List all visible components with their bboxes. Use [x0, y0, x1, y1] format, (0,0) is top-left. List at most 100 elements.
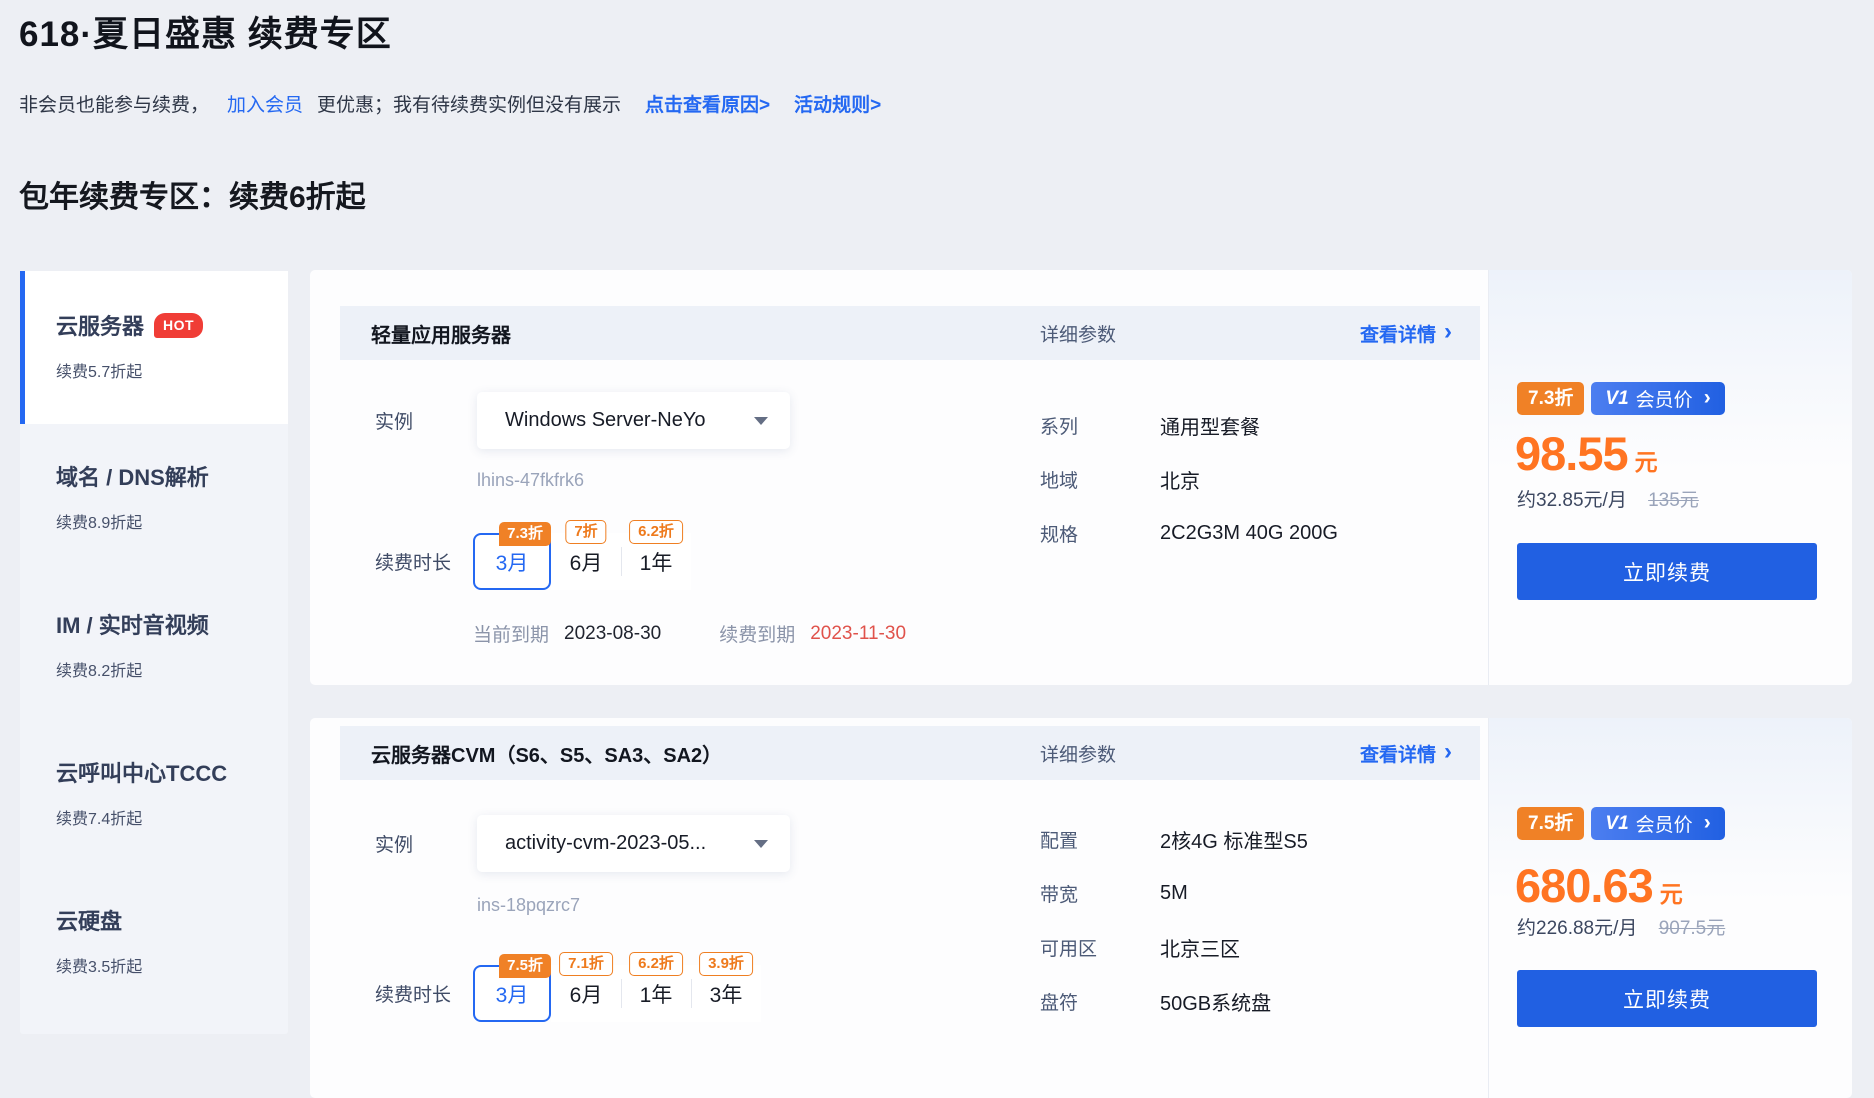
instance-select[interactable]: Windows Server-NeYo: [477, 392, 790, 449]
sidebar-item-discount: 续费5.7折起: [56, 358, 288, 382]
view-detail-label: 查看详情: [1360, 320, 1436, 347]
duration-option-label: 6月: [570, 979, 603, 1009]
param-value: 北京: [1160, 465, 1200, 494]
discount-badge: 6.2折: [629, 520, 683, 544]
discount-badge: 6.2折: [629, 952, 683, 976]
chevron-down-icon: [754, 417, 768, 425]
param-label: 规格: [1040, 520, 1160, 547]
price: 680.63 元: [1515, 858, 1683, 913]
param-value: 50GB系统盘: [1160, 987, 1271, 1016]
instance-label: 实例: [375, 815, 413, 872]
duration-option-label: 3月: [496, 979, 529, 1009]
price-unit: 元: [1660, 875, 1683, 909]
duration-option-label: 1年: [640, 547, 673, 577]
renew-due-label: 续费到期: [719, 620, 795, 647]
card-title: 云服务器CVM（S6、S5、SA3、SA2）: [371, 739, 722, 768]
chevron-right-icon: [1704, 387, 1711, 408]
sidebar-item-label: 云服务器: [56, 309, 144, 341]
monthly-price: 约32.85元/月: [1517, 490, 1627, 511]
param-value: 北京三区: [1160, 933, 1240, 962]
price-amount: 98.55: [1515, 426, 1628, 481]
hot-badge: HOT: [154, 313, 203, 338]
duration-option-6m[interactable]: 7.1折 6月: [551, 965, 621, 1022]
detail-params-label: 详细参数: [1040, 320, 1116, 347]
renew-now-button[interactable]: 立即续费: [1517, 543, 1817, 600]
param-value: 2C2G3M 40G 200G: [1160, 522, 1338, 545]
original-price: 135元: [1648, 490, 1699, 511]
param-label: 地域: [1040, 466, 1160, 493]
sidebar-item-title: 域名 / DNS解析: [56, 460, 288, 492]
price-monthly: 约226.88元/月 907.5元: [1517, 913, 1725, 940]
detail-params-label: 详细参数: [1040, 740, 1116, 767]
instance-label: 实例: [375, 392, 413, 449]
product-card-cvm: 云服务器CVM（S6、S5、SA3、SA2） 详细参数 查看详情 实例 acti…: [310, 718, 1852, 1098]
duration-option-1y[interactable]: 6.2折 1年: [621, 965, 691, 1022]
sidebar-item-label: 云硬盘: [56, 904, 122, 936]
sidebar-item-discount: 续费3.5折起: [56, 953, 288, 977]
view-detail-link[interactable]: 查看详情: [1360, 320, 1452, 347]
renew-now-button[interactable]: 立即续费: [1517, 970, 1817, 1027]
instance-select-value: activity-cvm-2023-05...: [505, 832, 754, 855]
param-label: 带宽: [1040, 880, 1160, 907]
param-value: 2核4G 标准型S5: [1160, 825, 1308, 854]
instance-id: ins-18pqzrc7: [477, 895, 580, 916]
duration-options: 7.5折 3月 7.1折 6月 6.2折 1年 3.9折 3年: [473, 965, 761, 1022]
card-title: 轻量应用服务器: [371, 319, 511, 348]
sidebar-item-domain-dns[interactable]: 域名 / DNS解析 续费8.9折起: [20, 424, 288, 572]
subtitle-prefix: 非会员也能参与续费，: [19, 95, 209, 116]
discount-badge: 3.9折: [699, 952, 753, 976]
discount-badge: 7.3折: [499, 522, 551, 546]
card-header: 轻量应用服务器 详细参数 查看详情: [340, 306, 1480, 360]
card-header: 云服务器CVM（S6、S5、SA3、SA2） 详细参数 查看详情: [340, 726, 1480, 780]
sidebar-item-cloud-server[interactable]: 云服务器 HOT 续费5.7折起: [20, 271, 288, 424]
duration-option-label: 3年: [710, 979, 743, 1009]
sidebar-item-discount: 续费7.4折起: [56, 805, 288, 829]
param-label: 可用区: [1040, 934, 1160, 961]
price-panel: 7.5折 V1 会员价 680.63 元 约226.88元/月 907.5元 立…: [1489, 718, 1852, 1098]
vip-price-link[interactable]: V1 会员价: [1591, 807, 1724, 840]
sidebar-item-discount: 续费8.9折起: [56, 509, 288, 533]
param-row: 系列 通用型套餐: [1040, 398, 1338, 452]
chevron-right-icon: [1444, 740, 1452, 764]
vip-price-link[interactable]: V1 会员价: [1591, 382, 1724, 415]
sidebar-item-label: 域名 / DNS解析: [56, 460, 209, 492]
chevron-right-icon: [1444, 320, 1452, 344]
monthly-price: 约226.88元/月: [1517, 918, 1637, 939]
price-badges: 7.3折 V1 会员价: [1517, 382, 1725, 415]
duration-option-label: 1年: [640, 979, 673, 1009]
section-title: 包年续费专区：续费6折起: [19, 172, 366, 216]
activity-rules-link[interactable]: 活动规则>: [794, 95, 881, 116]
duration-option-3m[interactable]: 7.5折 3月: [473, 965, 551, 1022]
sidebar-item-im-trtc[interactable]: IM / 实时音视频 续费8.2折起: [20, 572, 288, 720]
subtitle-middle: 更优惠；我有待续费实例但没有展示: [317, 95, 621, 116]
sidebar-item-title: IM / 实时音视频: [56, 608, 288, 640]
discount-badge: 7.3折: [1517, 382, 1584, 415]
param-row: 配置 2核4G 标准型S5: [1040, 812, 1308, 866]
view-reason-link[interactable]: 点击查看原因>: [645, 95, 770, 116]
instance-select[interactable]: activity-cvm-2023-05...: [477, 815, 790, 872]
spec-params: 系列 通用型套餐 地域 北京 规格 2C2G3M 40G 200G: [1040, 398, 1338, 560]
duration-option-label: 3月: [496, 547, 529, 577]
duration-option-6m[interactable]: 7折 6月: [551, 533, 621, 590]
param-value: 5M: [1160, 882, 1188, 905]
vip-price-label: 会员价: [1636, 810, 1693, 837]
discount-badge: 7折: [565, 520, 606, 544]
sidebar-item-discount: 续费8.2折起: [56, 657, 288, 681]
vip-level-label: V1: [1605, 813, 1628, 835]
price-amount: 680.63: [1515, 858, 1653, 913]
current-due-label: 当前到期: [473, 620, 549, 647]
duration-label: 续费时长: [375, 965, 451, 1022]
duration-option-1y[interactable]: 6.2折 1年: [621, 533, 691, 590]
sidebar-item-cbs-disk[interactable]: 云硬盘 续费3.5折起: [20, 868, 288, 1016]
sidebar-item-tccc[interactable]: 云呼叫中心TCCC 续费7.4折起: [20, 720, 288, 868]
duration-options: 7.3折 3月 7折 6月 6.2折 1年: [473, 533, 691, 590]
join-member-link[interactable]: 加入会员: [227, 95, 303, 116]
duration-option-3y[interactable]: 3.9折 3年: [691, 965, 761, 1022]
duration-option-3m[interactable]: 7.3折 3月: [473, 533, 551, 590]
view-detail-link[interactable]: 查看详情: [1360, 740, 1452, 767]
current-due-date: 2023-08-30: [564, 623, 661, 645]
param-row: 规格 2C2G3M 40G 200G: [1040, 506, 1338, 560]
sidebar-item-title: 云服务器 HOT: [56, 309, 288, 341]
param-label: 盘符: [1040, 988, 1160, 1015]
param-row: 带宽 5M: [1040, 866, 1308, 920]
